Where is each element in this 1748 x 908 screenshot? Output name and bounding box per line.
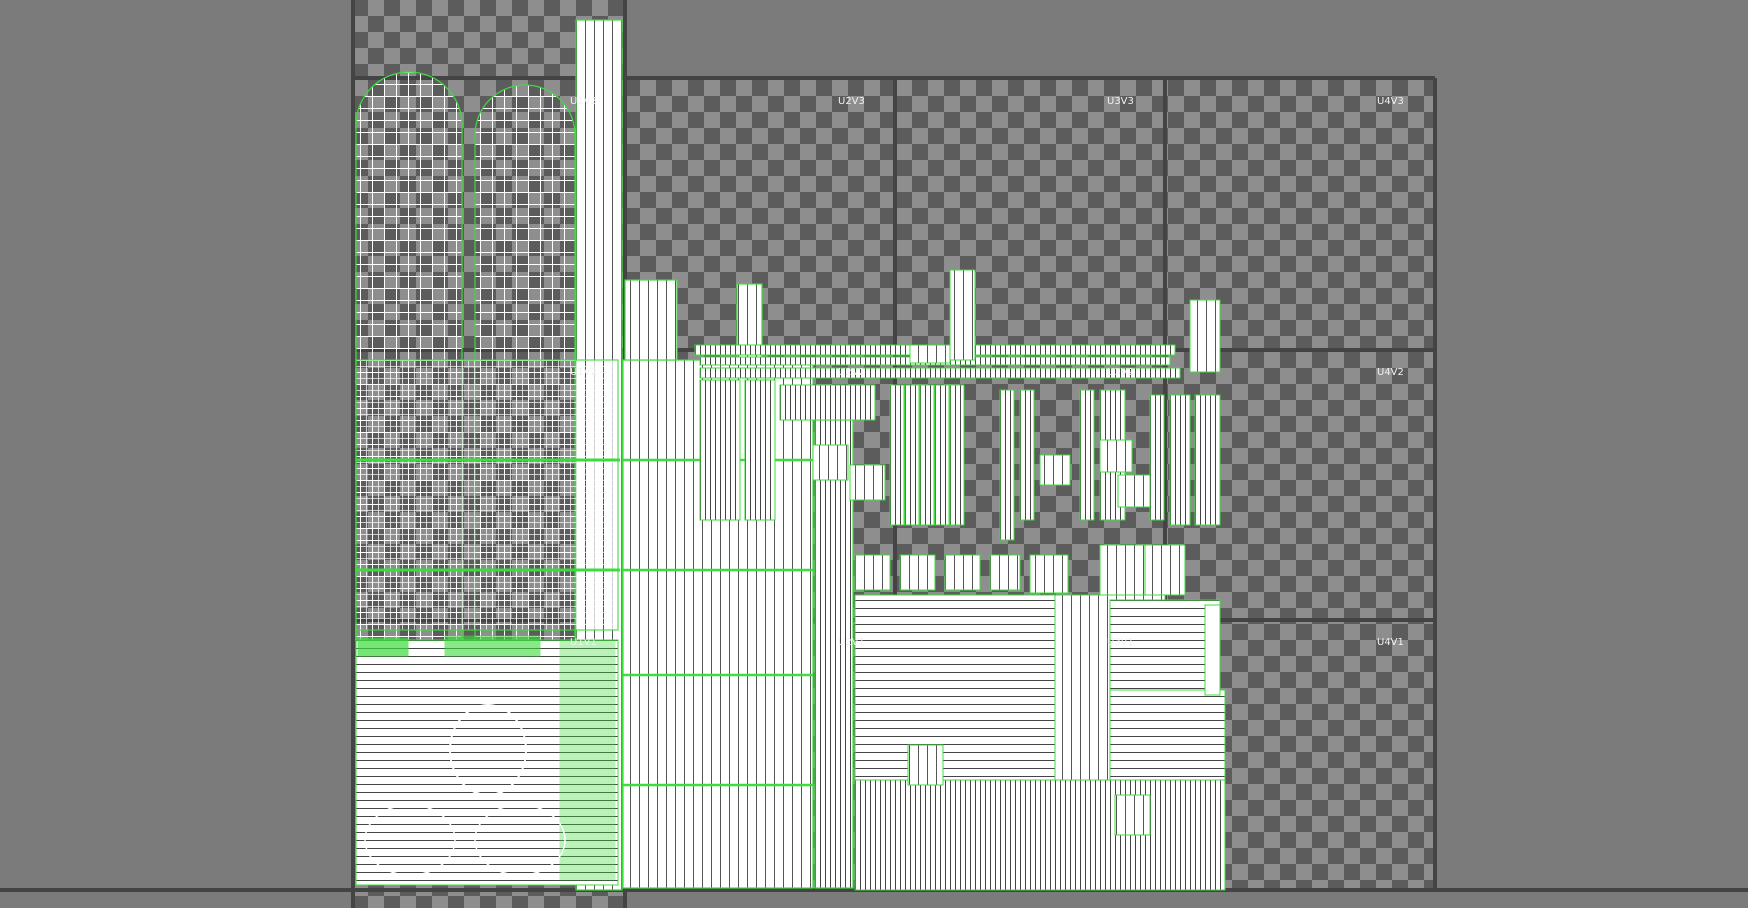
tile-label-u3v2: U3V2 [1107,367,1134,378]
tile-label-u2v1: U2V1 [838,637,865,648]
tile-label-u4v2: U4V2 [1377,367,1404,378]
uv-shell-ornament-panel [355,635,619,886]
tile-label-u1v3: U1V3 [570,96,597,107]
tile-label-u2v2: U2V2 [838,367,865,378]
tile-label-u1v1: U1V1 [570,637,597,648]
tile-label-u2v3: U2V3 [838,96,865,107]
uv-editor-viewport[interactable]: U1V3 U2V3 U3V3 U4V3 U1V2 U2V2 U3V2 U4V2 … [0,0,1748,908]
tile-label-u1v2: U1V2 [570,367,597,378]
tile-label-u3v1: U3V1 [1107,637,1134,648]
tile-label-u4v1: U4V1 [1377,637,1404,648]
uv-layout-canvas[interactable]: U1V3 U2V3 U3V3 U4V3 U1V2 U2V2 U3V2 U4V2 … [0,0,1748,908]
tile-label-u3v3: U3V3 [1107,96,1134,107]
tile-label-u4v3: U4V3 [1377,96,1404,107]
uv-shell-lower-block [854,594,1226,891]
